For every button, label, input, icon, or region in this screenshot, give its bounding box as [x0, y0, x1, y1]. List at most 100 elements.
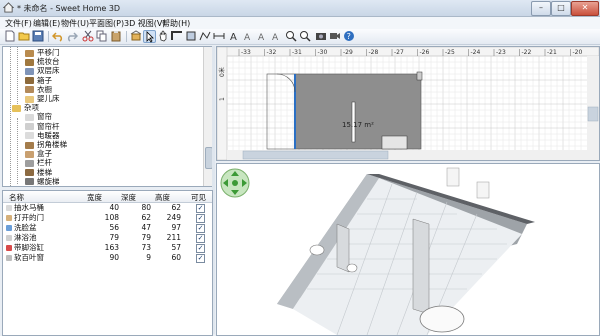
- cell-width: 79: [109, 233, 119, 242]
- table-row[interactable]: 打开的门 108 62 249 ✓: [3, 213, 212, 223]
- text-style-a1-icon[interactable]: A: [243, 30, 255, 42]
- cell-name: 洗脸盆: [14, 223, 37, 232]
- open-folder-icon[interactable]: [18, 30, 30, 42]
- catalog-tree-item[interactable]: 螺旋梯: [25, 177, 60, 186]
- zoom-out-icon[interactable]: [299, 30, 311, 42]
- create-video-icon[interactable]: [329, 30, 341, 42]
- ruler-top-label: -21: [547, 49, 557, 56]
- visible-checkbox[interactable]: ✓: [196, 244, 205, 253]
- plan-view[interactable]: -33 -32 -31 -30 -29 -28 -27 -26 -25 -24 -23 -22 -21 -…: [216, 46, 600, 161]
- cell-width: 108: [104, 213, 119, 222]
- create-dimensions-icon[interactable]: [213, 30, 225, 42]
- table-header: 名称 宽度 深度 高度 可见: [3, 191, 212, 203]
- ruler-top-label: -31: [292, 49, 302, 56]
- create-walls-icon[interactable]: [171, 30, 183, 42]
- ruler-top-label: -30: [318, 49, 328, 56]
- select-mode-icon[interactable]: [143, 30, 156, 43]
- table-row[interactable]: 软百叶窗 90 9 60 ✓: [3, 253, 212, 263]
- catalog-scrollbar[interactable]: [203, 47, 212, 186]
- save-icon[interactable]: [32, 30, 44, 42]
- menu-furniture[interactable]: 物件(U): [61, 18, 89, 29]
- create-photo-icon[interactable]: [315, 30, 327, 42]
- pan-mode-icon[interactable]: [157, 30, 169, 42]
- furniture-catalog-tree[interactable]: 平移门 梳妆台 双层床 箱子 衣橱 婴儿床 杂项 窗帘 窗帘杆 电暖器 拐角楼梯 盒子 栏杆 楼梯 螺旋梯: [2, 46, 213, 187]
- minimize-button[interactable]: –: [531, 1, 551, 16]
- ruler-top-label: -28: [369, 49, 379, 56]
- catalog-item-label: 杂项: [24, 103, 39, 113]
- svg-text:A: A: [244, 33, 251, 42]
- cell-height: 211: [166, 233, 181, 242]
- cut-icon[interactable]: [82, 30, 94, 42]
- visible-checkbox[interactable]: ✓: [196, 204, 205, 213]
- 3d-sink: [346, 263, 358, 273]
- furniture-list-table[interactable]: 名称 宽度 深度 高度 可见 抽水马桶 40 80 62 ✓ 打开的门 108 62 249 ✓ 洗…: [2, 190, 213, 336]
- plan-vscroll-thumb[interactable]: [587, 106, 599, 122]
- visible-checkbox[interactable]: ✓: [196, 234, 205, 243]
- visible-checkbox[interactable]: ✓: [196, 214, 205, 223]
- table-row[interactable]: 淋浴池 79 79 211 ✓: [3, 233, 212, 243]
- 3d-navigation-arrows[interactable]: [220, 168, 250, 198]
- catalog-item-label: 双层床: [37, 66, 60, 76]
- furniture-thumbnail-icon: [25, 159, 34, 167]
- add-text-icon[interactable]: A: [229, 30, 241, 42]
- catalog-item-label: 婴儿床: [37, 94, 60, 103]
- add-furniture-icon[interactable]: [130, 30, 142, 42]
- sweet-home-app-icon: [3, 2, 14, 13]
- menu-help[interactable]: 帮助(H): [162, 18, 190, 29]
- ruler-top-label: -25: [445, 49, 455, 56]
- catalog-item-label: 衣橱: [37, 84, 52, 94]
- paste-icon[interactable]: [110, 30, 122, 42]
- new-file-icon[interactable]: [4, 30, 16, 42]
- cell-height: 57: [171, 243, 181, 252]
- cell-height: 249: [166, 213, 181, 222]
- furniture-thumbnail-icon: [25, 169, 34, 177]
- furniture-thumbnail-icon: [25, 49, 34, 57]
- furniture-thumbnail-icon: [25, 95, 34, 103]
- create-polylines-icon[interactable]: [199, 30, 211, 42]
- redo-icon[interactable]: [66, 30, 78, 42]
- svg-text:?: ?: [347, 32, 351, 41]
- menu-edit[interactable]: 编辑(E): [33, 18, 60, 29]
- plan-canvas[interactable]: -33 -32 -31 -30 -29 -28 -27 -26 -25 -24 -23 -22 -21 -…: [217, 47, 599, 160]
- undo-icon[interactable]: [52, 30, 64, 42]
- 3d-canvas[interactable]: [217, 164, 599, 335]
- furniture-row-icon: [6, 225, 12, 231]
- cell-depth: 9: [146, 253, 151, 262]
- create-rooms-icon[interactable]: [185, 30, 197, 42]
- furniture-row-icon: [6, 245, 12, 251]
- ruler-top-label: -29: [343, 49, 353, 56]
- furniture-thumbnail-icon: [25, 67, 34, 75]
- col-depth-header[interactable]: 深度: [121, 192, 136, 203]
- text-style-a2-icon[interactable]: A: [257, 30, 269, 42]
- table-row[interactable]: 带脚浴缸 163 73 57 ✓: [3, 243, 212, 253]
- col-height-header[interactable]: 高度: [155, 192, 170, 203]
- cell-width: 163: [104, 243, 119, 252]
- ruler-top-label: -20: [573, 49, 583, 56]
- menu-plan[interactable]: 平面图(P): [89, 18, 124, 29]
- text-style-a3-icon[interactable]: A: [271, 30, 283, 42]
- col-width-header[interactable]: 宽度: [87, 192, 102, 203]
- help-icon[interactable]: ?: [343, 30, 355, 42]
- furniture-thumbnail-icon: [25, 113, 34, 121]
- close-button[interactable]: ✕: [571, 1, 599, 16]
- visible-checkbox[interactable]: ✓: [196, 224, 205, 233]
- col-name-header[interactable]: 名称: [9, 192, 24, 203]
- menu-file[interactable]: 文件(F): [5, 18, 32, 29]
- furniture-thumbnail-icon: [25, 77, 34, 85]
- plan-hscroll-thumb[interactable]: [242, 150, 389, 160]
- furniture-thumbnail-icon: [25, 178, 34, 186]
- 3d-view[interactable]: [216, 163, 600, 336]
- table-row[interactable]: 洗脸盆 56 47 97 ✓: [3, 223, 212, 233]
- col-visible-header[interactable]: 可见: [191, 192, 206, 203]
- ruler-top-label: -26: [420, 49, 430, 56]
- maximize-button[interactable]: □: [551, 1, 571, 16]
- furniture-row-icon: [6, 255, 12, 261]
- visible-checkbox[interactable]: ✓: [196, 254, 205, 263]
- catalog-item-label: 平移门: [37, 48, 60, 57]
- table-row[interactable]: 抽水马桶 40 80 62 ✓: [3, 203, 212, 213]
- zoom-in-icon[interactable]: [285, 30, 297, 42]
- copy-icon[interactable]: [96, 30, 108, 42]
- furniture-thumbnail-icon: [25, 123, 34, 131]
- cell-name: 抽水马桶: [14, 203, 44, 212]
- menu-3d-view[interactable]: 3D 视图(V): [124, 18, 166, 29]
